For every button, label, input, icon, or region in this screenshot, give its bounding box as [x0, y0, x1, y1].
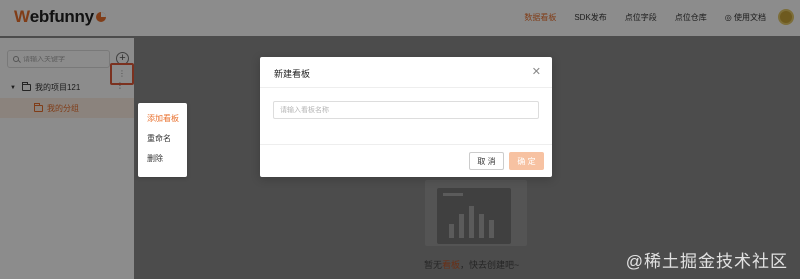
confirm-button[interactable]: 确 定 — [509, 152, 544, 170]
cancel-button[interactable]: 取 消 — [469, 152, 504, 170]
modal-title: 新建看板 — [274, 69, 311, 79]
board-name-input[interactable] — [273, 101, 539, 119]
context-menu: 添加看板 重命名 删除 — [138, 103, 187, 177]
divider — [260, 144, 552, 145]
menu-delete[interactable]: 删除 — [147, 153, 163, 164]
menu-add-board[interactable]: 添加看板 — [147, 113, 179, 124]
close-icon[interactable]: ✕ — [532, 65, 541, 78]
new-board-modal: 新建看板 ✕ 取 消 确 定 — [260, 57, 552, 177]
divider — [260, 87, 552, 88]
watermark: @稀土掘金技术社区 — [625, 252, 788, 271]
menu-rename[interactable]: 重命名 — [147, 133, 171, 144]
